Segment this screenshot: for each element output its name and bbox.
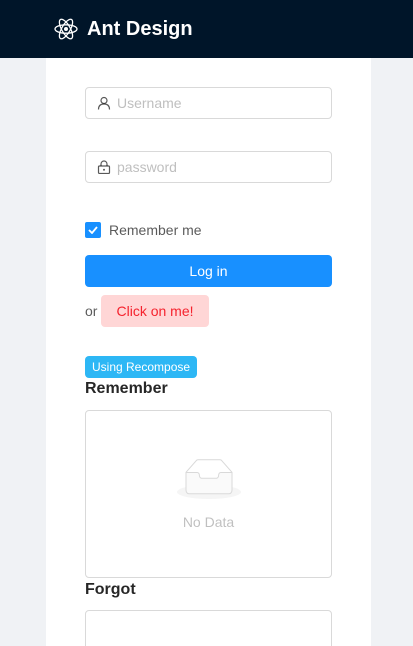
lock-icon [97,160,111,174]
empty-inbox-icon [176,458,241,499]
empty-text: No Data [182,513,235,530]
app-title: Ant Design [87,17,193,40]
react-atom-icon [54,18,78,40]
username-input[interactable] [117,95,317,111]
user-icon [97,96,111,110]
remember-label: Remember me [109,222,202,238]
username-field[interactable] [85,87,332,119]
remember-checkbox[interactable]: Remember me [85,222,202,238]
login-button[interactable]: Log in [85,255,332,287]
remember-section-title: Remember [85,380,168,397]
password-input[interactable] [117,159,317,175]
app-header: Ant Design [0,0,413,58]
remember-list: No Data [85,410,332,578]
click-on-me-button[interactable]: Click on me! [101,295,209,327]
forgot-list [85,610,332,646]
checkbox-checked-icon[interactable] [85,222,101,238]
password-field[interactable] [85,151,332,183]
recompose-tag: Using Recompose [85,356,198,378]
empty-state: No Data [86,411,331,577]
or-text: or [85,303,98,319]
login-card: Remember me Log in or Click on me! Using… [46,58,371,646]
forgot-section-title: Forgot [85,581,136,598]
